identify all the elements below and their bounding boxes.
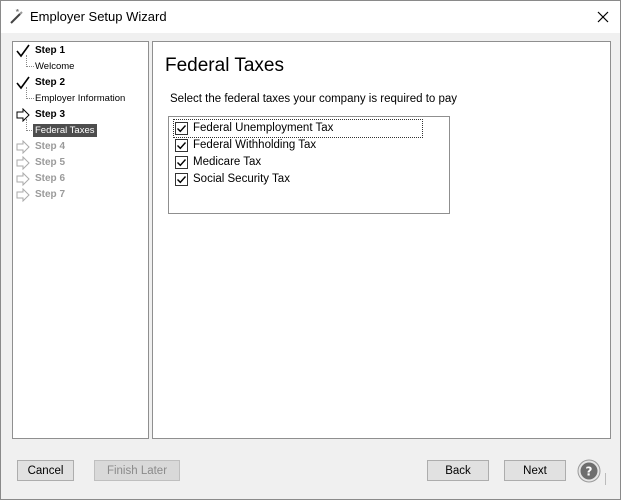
step-6: Step 6 [13, 171, 148, 187]
cancel-button[interactable]: Cancel [17, 460, 74, 481]
federal-tax-checklist: Federal Unemployment Tax Federal Withhol… [168, 116, 450, 214]
help-icon: ? [577, 459, 601, 483]
arrow-right-icon [16, 187, 30, 203]
resize-grip[interactable] [605, 473, 607, 485]
tax-item-social-security[interactable]: Social Security Tax [174, 171, 422, 188]
check-icon [177, 142, 187, 150]
finish-later-button[interactable]: Finish Later [94, 460, 180, 481]
check-icon [177, 125, 187, 133]
close-icon [597, 11, 609, 23]
step-7: Step 7 [13, 187, 148, 203]
wizard-window: Employer Setup Wizard Step 1 Welcome Ste… [0, 0, 621, 500]
substep-label: Employer Information [35, 93, 126, 104]
svg-text:?: ? [586, 465, 593, 479]
step-label: Step 4 [35, 141, 66, 152]
arrow-right-icon [16, 155, 30, 171]
content-panel: Federal Taxes Select the federal taxes y… [152, 41, 611, 439]
step-5: Step 5 [13, 155, 148, 171]
step-label: Step 2 [35, 77, 66, 88]
instructions-text: Select the federal taxes your company is… [170, 93, 458, 105]
checkbox[interactable] [175, 156, 188, 169]
checkbox[interactable] [175, 122, 188, 135]
substep-employer-information: Employer Information [13, 87, 148, 107]
checkbox[interactable] [175, 139, 188, 152]
tax-label: Federal Withholding Tax [193, 139, 317, 151]
tax-item-federal-withholding[interactable]: Federal Withholding Tax [174, 137, 422, 154]
check-icon [177, 176, 187, 184]
close-button[interactable] [586, 1, 620, 33]
tax-label: Federal Unemployment Tax [193, 122, 334, 134]
tax-label: Medicare Tax [193, 156, 262, 168]
tax-item-medicare[interactable]: Medicare Tax [174, 154, 422, 171]
arrow-right-icon [16, 171, 30, 187]
step-label: Step 5 [35, 157, 66, 168]
step-label: Step 6 [35, 173, 66, 184]
step-label: Step 1 [35, 45, 66, 56]
window-title: Employer Setup Wizard [30, 9, 167, 24]
step-4: Step 4 [13, 139, 148, 155]
steps-panel: Step 1 Welcome Step 2 Employer Informati… [12, 41, 149, 439]
next-button[interactable]: Next [504, 460, 566, 481]
page-title: Federal Taxes [165, 55, 284, 76]
back-button[interactable]: Back [427, 460, 489, 481]
step-label: Step 3 [35, 109, 66, 120]
help-button[interactable]: ? [577, 459, 601, 483]
checkbox[interactable] [175, 173, 188, 186]
title-bar: Employer Setup Wizard [1, 1, 620, 33]
substep-label: Welcome [35, 61, 75, 72]
substep-federal-taxes: Federal Taxes [13, 119, 148, 139]
step-label: Step 7 [35, 189, 66, 200]
check-icon [177, 159, 187, 167]
wand-icon [9, 8, 25, 25]
substep-label-selected: Federal Taxes [33, 124, 97, 137]
tax-item-federal-unemployment[interactable]: Federal Unemployment Tax [173, 119, 423, 138]
substep-welcome: Welcome [13, 55, 148, 75]
arrow-right-icon [16, 139, 30, 155]
tax-label: Social Security Tax [193, 173, 290, 185]
